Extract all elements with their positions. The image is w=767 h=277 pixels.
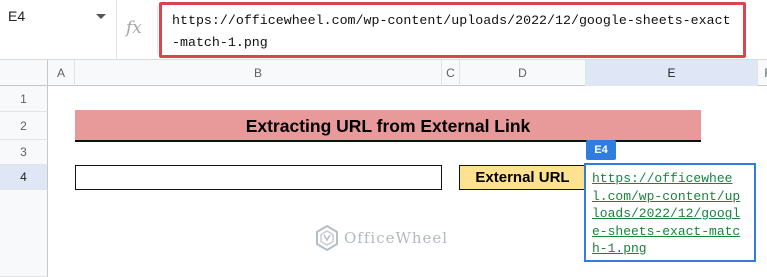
- selected-cell-tag: E4: [586, 140, 616, 160]
- column-header-b[interactable]: B: [75, 60, 442, 86]
- name-box-value[interactable]: E4: [8, 8, 25, 24]
- column-header-e[interactable]: E: [586, 60, 758, 86]
- row-header-2[interactable]: 2: [0, 112, 48, 140]
- cell-b4[interactable]: [75, 165, 442, 190]
- row-header-1[interactable]: 1: [0, 86, 48, 112]
- divider: [157, 6, 158, 54]
- column-header-f[interactable]: F: [758, 60, 767, 86]
- column-header-c[interactable]: C: [442, 60, 460, 86]
- cell-e4-link[interactable]: https://officewheel.com/wp-content/uploa…: [584, 163, 756, 262]
- name-box[interactable]: E4: [0, 0, 117, 60]
- fx-icon: fx: [126, 18, 142, 38]
- row-header-5[interactable]: [0, 190, 48, 277]
- row-header-4[interactable]: 4: [0, 165, 48, 190]
- title-cell[interactable]: Extracting URL from External Link: [75, 110, 701, 142]
- row-header-3[interactable]: 3: [0, 140, 48, 165]
- select-all-corner[interactable]: [0, 60, 48, 86]
- officewheel-logo-icon: [316, 225, 338, 251]
- watermark: OfficeWheel: [314, 225, 494, 251]
- column-header-d[interactable]: D: [460, 60, 586, 86]
- column-header-row: A B C D E F: [48, 60, 767, 86]
- watermark-text: OfficeWheel: [344, 229, 449, 247]
- formula-bar: E4 fx https://officewheel.com/wp-content…: [0, 0, 767, 60]
- chevron-down-icon[interactable]: [96, 14, 106, 19]
- external-url-label-cell[interactable]: External URL: [459, 165, 586, 190]
- column-header-a[interactable]: A: [48, 60, 75, 86]
- formula-input[interactable]: https://officewheel.com/wp-content/uploa…: [159, 2, 746, 58]
